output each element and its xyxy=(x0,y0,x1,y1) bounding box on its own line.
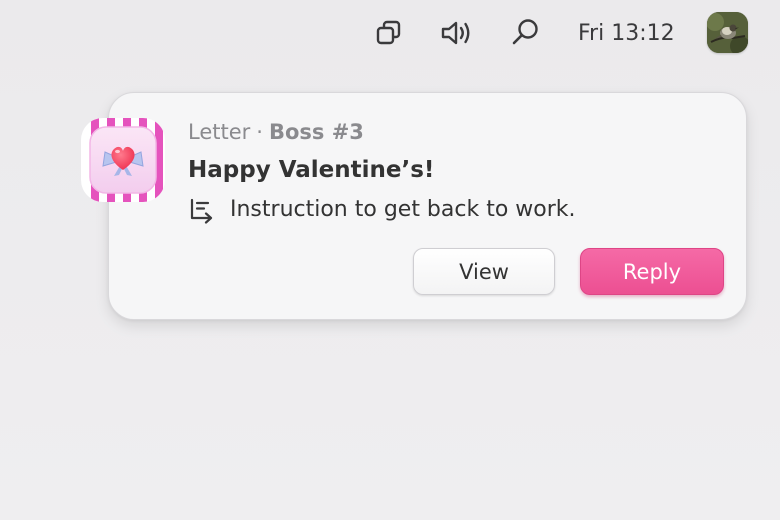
volume-icon[interactable] xyxy=(440,16,474,50)
menu-bar: Fri 13:12 xyxy=(0,0,780,66)
search-icon[interactable] xyxy=(508,16,542,50)
notification-body-text: Instruction to get back to work. xyxy=(230,197,576,222)
heart-letter-icon xyxy=(81,118,165,202)
clock[interactable]: Fri 13:12 xyxy=(578,20,678,48)
reply-arrow-icon xyxy=(188,194,220,226)
app-name: Letter xyxy=(188,120,251,144)
avatar[interactable] xyxy=(707,12,748,53)
notification-title: Happy Valentine’s! xyxy=(188,157,435,183)
view-button[interactable]: View xyxy=(413,248,555,295)
reply-button[interactable]: Reply xyxy=(580,248,724,295)
windows-icon[interactable] xyxy=(372,16,406,50)
notification-body: Instruction to get back to work. xyxy=(188,194,576,226)
notification-header: Letter · Boss #3 xyxy=(188,118,364,146)
header-separator: · xyxy=(256,120,263,144)
sender-name: Boss #3 xyxy=(268,120,364,144)
